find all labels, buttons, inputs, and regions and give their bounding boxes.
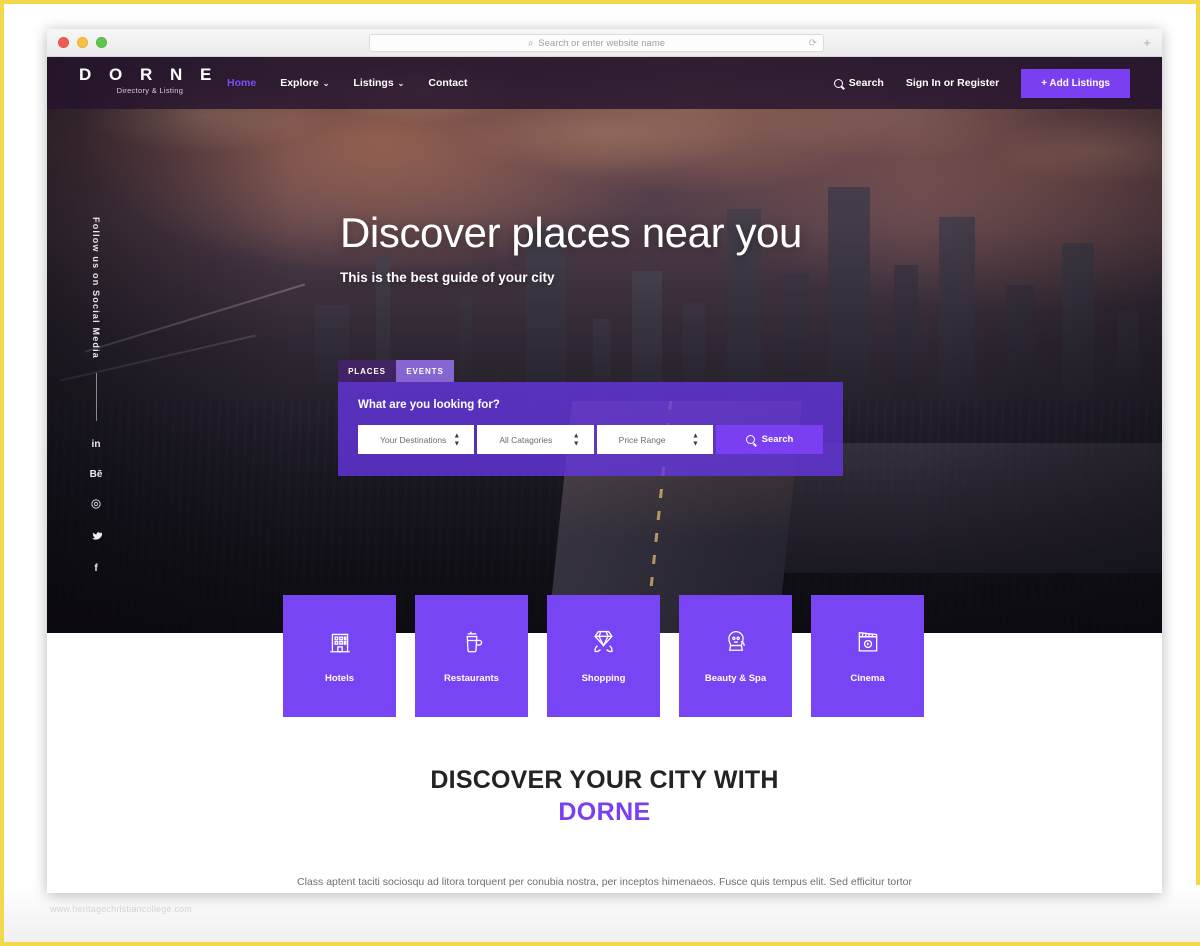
chevron-down-icon: ⌄ — [397, 78, 405, 88]
category-card-hotels[interactable]: Hotels — [283, 595, 396, 717]
widget-heading: What are you looking for? — [358, 399, 500, 411]
discover-title: DISCOVER YOUR CITY WITH — [430, 766, 779, 794]
spinner-arrows-icon: ▲ ▼ — [453, 432, 461, 447]
divider — [95, 373, 97, 422]
brand-name: D O R N E — [79, 65, 218, 84]
window-controls — [47, 37, 107, 48]
minimize-window-button[interactable] — [77, 37, 88, 48]
sign-in-register-link[interactable]: Sign In or Register — [906, 77, 999, 89]
website-viewport: D O R N E Directory & Listing Home Explo… — [47, 57, 1162, 893]
categories-select[interactable]: All Catagories ▲ ▼ — [477, 425, 594, 454]
instagram-icon[interactable] — [91, 499, 101, 512]
nav-search-label: Search — [848, 77, 884, 89]
linkedin-icon[interactable]: in — [92, 439, 101, 450]
coffee-cup-icon — [459, 629, 485, 660]
spinner-arrows-icon: ▲ ▼ — [572, 432, 580, 447]
social-rail: Follow us on Social Media in Bē f — [79, 217, 113, 593]
select-value: Price Range — [618, 434, 666, 445]
close-window-button[interactable] — [58, 37, 69, 48]
select-value: Your Destinations — [380, 434, 447, 445]
hero-copy: Discover places near you This is the bes… — [340, 207, 900, 285]
browser-chrome-bar: ⌕ Search or enter website name ⟳ + — [47, 29, 1162, 57]
clapperboard-icon — [855, 629, 881, 660]
brand-tagline: Directory & Listing — [116, 86, 184, 95]
nav-item-label: Contact — [428, 77, 468, 89]
nav-item-listings[interactable]: Listings ⌄ — [353, 77, 404, 89]
category-card-beauty-spa[interactable]: Beauty & Spa — [679, 595, 792, 717]
nav-item-contact[interactable]: Contact — [428, 77, 467, 89]
maximize-window-button[interactable] — [96, 37, 107, 48]
site-navbar: D O R N E Directory & Listing Home Explo… — [47, 57, 1162, 109]
screenshot-frame: www.heritagechristiancollege.com ⌕ Searc… — [0, 0, 1200, 946]
add-listings-button[interactable]: + Add Listings — [1021, 68, 1130, 98]
new-tab-button[interactable]: + — [1140, 36, 1154, 50]
hero-subtitle: This is the best guide of your city — [340, 270, 555, 285]
spinner-arrows-icon: ▲ ▼ — [692, 432, 699, 447]
address-bar[interactable]: ⌕ Search or enter website name ⟳ — [369, 34, 824, 52]
primary-nav: Home Explore ⌄ Listings ⌄ Contact — [227, 57, 467, 109]
hotel-building-icon — [327, 629, 353, 660]
nav-item-label: Home — [227, 77, 257, 89]
hero-overlay — [47, 57, 1162, 633]
category-label: Restaurants — [444, 672, 499, 684]
nav-item-label: Listings — [353, 77, 394, 89]
widget-tabs: PLACES EVENTS — [338, 360, 843, 382]
price-range-select[interactable]: Price Range ▲ ▼ — [596, 425, 713, 454]
diamond-gem-icon — [590, 628, 617, 660]
widget-search-label: Search — [761, 434, 794, 445]
category-card-restaurants[interactable]: Restaurants — [415, 595, 528, 717]
site-logo[interactable]: D O R N E Directory & Listing — [79, 65, 218, 95]
behance-icon[interactable]: Bē — [90, 469, 103, 480]
tab-events[interactable]: EVENTS — [396, 360, 454, 382]
hero-search-widget: PLACES EVENTS What are you looking for? … — [338, 360, 843, 476]
search-icon: ⌕ — [527, 37, 534, 49]
nav-item-home[interactable]: Home — [227, 77, 256, 89]
discover-brand: DORNE — [558, 798, 651, 826]
facebook-icon[interactable]: f — [94, 563, 97, 574]
twitter-icon[interactable] — [91, 531, 103, 544]
social-rail-label: Follow us on Social Media — [91, 217, 101, 360]
destinations-select[interactable]: Your Destinations ▲ ▼ — [358, 425, 475, 454]
address-bar-placeholder: Search or enter website name — [538, 37, 666, 49]
category-cards: Hotels Restaurants Shopping Beauty & Spa… — [283, 595, 924, 717]
nav-item-explore[interactable]: Explore ⌄ — [280, 77, 329, 89]
reload-icon[interactable]: ⟳ — [809, 38, 817, 49]
nav-search-button[interactable]: Search — [833, 77, 884, 89]
widget-body: What are you looking for? Your Destinati… — [338, 382, 843, 476]
category-card-cinema[interactable]: Cinema — [811, 595, 924, 717]
hero-title: Discover places near you — [340, 209, 802, 256]
hero-section: D O R N E Directory & Listing Home Explo… — [47, 57, 1162, 633]
tab-places[interactable]: PLACES — [338, 360, 396, 382]
magnifier-icon — [833, 78, 843, 88]
watermark: www.heritagechristiancollege.com — [50, 904, 192, 914]
category-label: Shopping — [581, 673, 626, 684]
category-card-shopping[interactable]: Shopping — [547, 595, 660, 717]
secondary-nav: Search Sign In or Register + Add Listing… — [833, 57, 1130, 109]
magnifier-icon — [745, 435, 755, 444]
category-label: Hotels — [324, 672, 355, 684]
browser-window: ⌕ Search or enter website name ⟳ + D O R… — [47, 29, 1162, 893]
chevron-down-icon: ⌄ — [322, 78, 330, 88]
nav-item-label: Explore — [280, 77, 319, 89]
widget-search-button[interactable]: Search — [715, 425, 823, 454]
discover-paragraph: Class aptent taciti sociosqu ad litora t… — [297, 876, 912, 888]
category-label: Cinema — [850, 672, 885, 684]
spa-face-icon — [723, 629, 749, 660]
category-label: Beauty & Spa — [704, 672, 767, 684]
select-value: All Catagories — [499, 434, 553, 445]
widget-fields: Your Destinations ▲ ▼ All Catagories ▲ ▼ P… — [358, 425, 823, 454]
